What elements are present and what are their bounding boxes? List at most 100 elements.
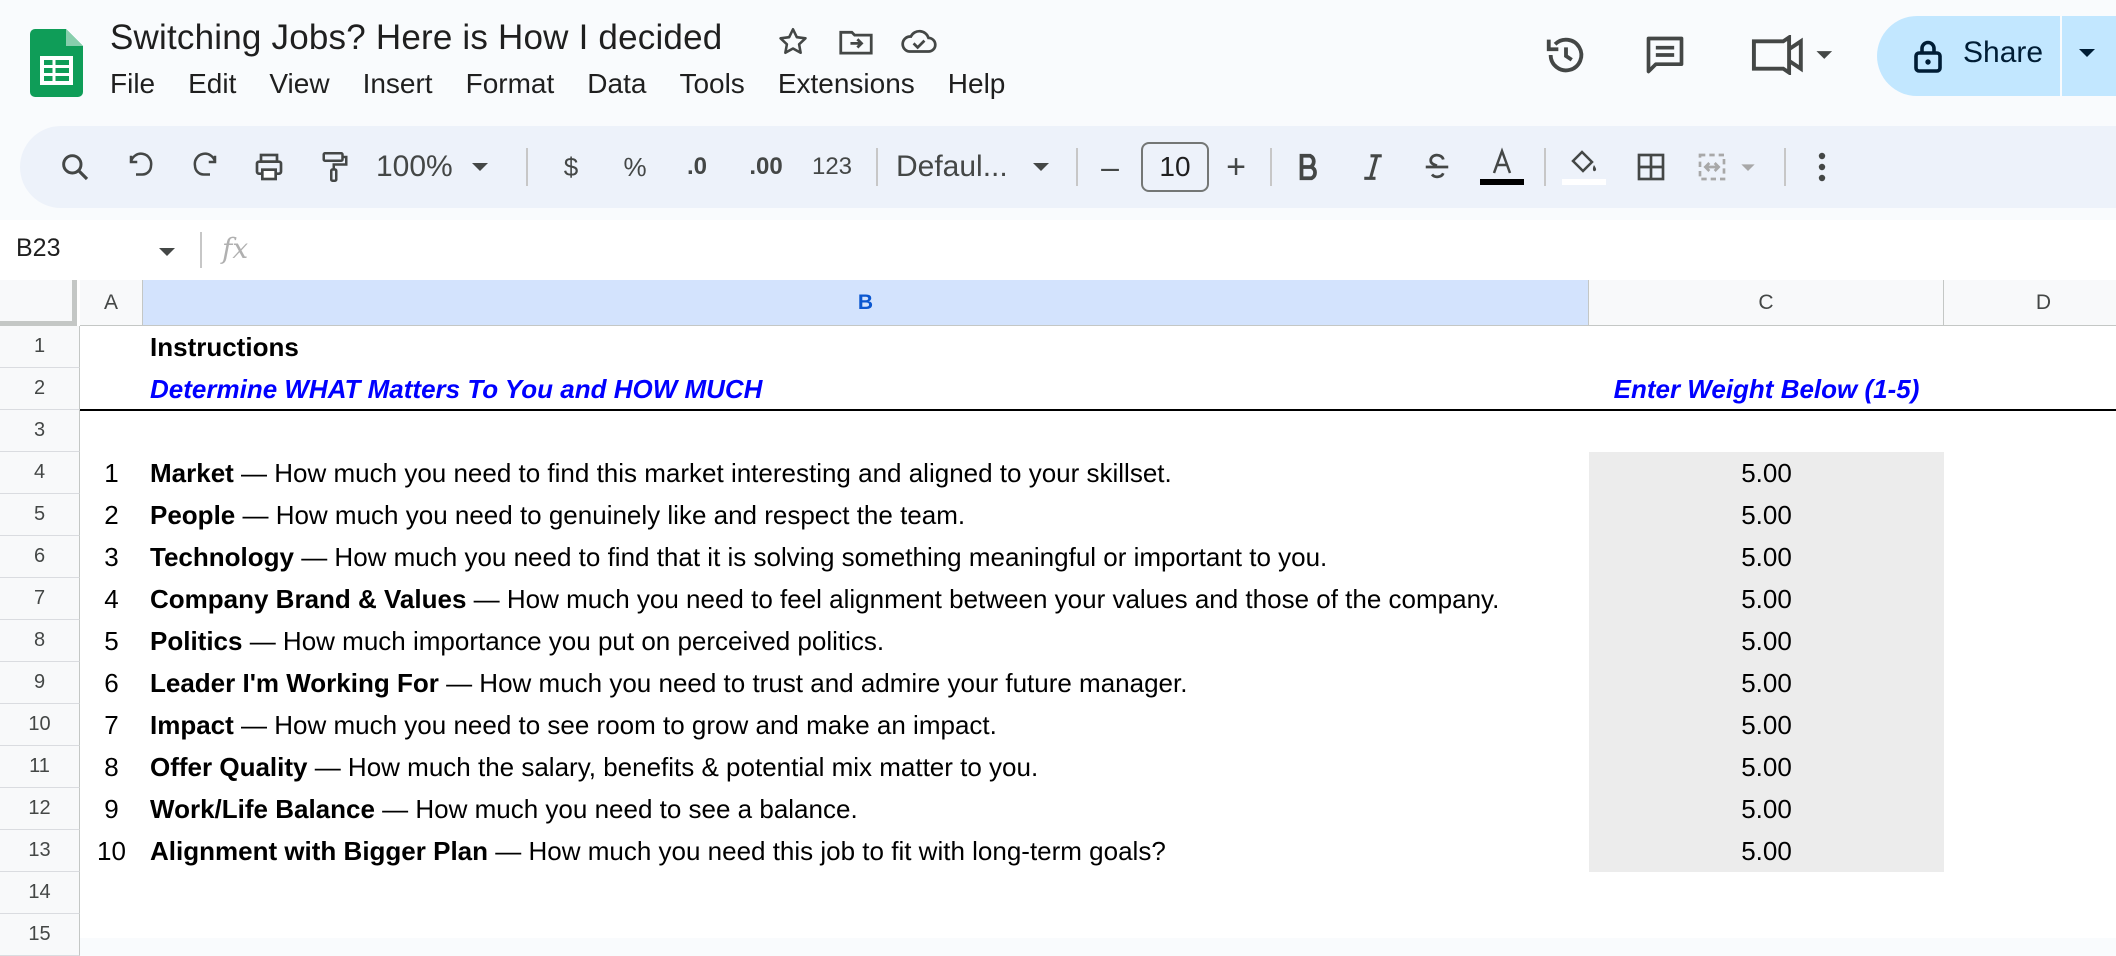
- menu-tools[interactable]: Tools: [679, 68, 744, 100]
- document-title[interactable]: Switching Jobs? Here is How I decided: [110, 18, 722, 58]
- row-header[interactable]: 8: [0, 620, 80, 662]
- weight-cell[interactable]: 5.00: [1589, 494, 1944, 536]
- undo-icon[interactable]: [120, 146, 162, 188]
- strikethrough-button[interactable]: [1416, 146, 1458, 188]
- item-description: — How much you need to genuinely like an…: [235, 500, 966, 530]
- redo-icon[interactable]: [184, 146, 226, 188]
- item-text[interactable]: Impact — How much you need to see room t…: [150, 704, 997, 746]
- item-number[interactable]: 5: [80, 620, 143, 662]
- weight-cell[interactable]: 5.00: [1589, 704, 1944, 746]
- italic-button[interactable]: [1352, 146, 1394, 188]
- search-menus-icon[interactable]: [54, 146, 96, 188]
- instructions-subtitle[interactable]: Determine WHAT Matters To You and HOW MU…: [150, 368, 762, 410]
- font-family-select[interactable]: Defaul...: [896, 146, 1066, 188]
- column-header-d[interactable]: D: [1944, 280, 2116, 326]
- menu-file[interactable]: File: [110, 68, 155, 100]
- name-box-dropdown-icon[interactable]: [158, 244, 176, 262]
- meet-video-icon[interactable]: [1748, 30, 1838, 80]
- decrease-decimal-button[interactable]: .0: [672, 146, 722, 188]
- increase-decimal-button[interactable]: .00: [736, 146, 796, 188]
- name-box[interactable]: B23: [16, 234, 60, 263]
- menu-extensions[interactable]: Extensions: [778, 68, 915, 100]
- print-icon[interactable]: [248, 146, 290, 188]
- item-text[interactable]: Offer Quality — How much the salary, ben…: [150, 746, 1038, 788]
- menu-data[interactable]: Data: [587, 68, 646, 100]
- paint-format-icon[interactable]: [314, 146, 356, 188]
- version-history-icon[interactable]: [1541, 30, 1591, 80]
- row-header[interactable]: 10: [0, 704, 80, 746]
- font-size-input[interactable]: 10: [1141, 142, 1209, 192]
- item-text[interactable]: Leader I'm Working For — How much you ne…: [150, 662, 1187, 704]
- borders-button[interactable]: [1630, 146, 1672, 188]
- fill-color-button[interactable]: [1560, 146, 1608, 188]
- move-folder-icon[interactable]: [836, 22, 876, 62]
- row-header[interactable]: 7: [0, 578, 80, 620]
- row-header[interactable]: 2: [0, 368, 80, 410]
- merge-cells-button[interactable]: [1692, 146, 1772, 188]
- menu-help[interactable]: Help: [948, 68, 1006, 100]
- row-header[interactable]: 15: [0, 914, 80, 956]
- weight-cell[interactable]: 5.00: [1589, 620, 1944, 662]
- row-header[interactable]: 6: [0, 536, 80, 578]
- item-text[interactable]: Market — How much you need to find this …: [150, 452, 1172, 494]
- row-header[interactable]: 12: [0, 788, 80, 830]
- percent-format-button[interactable]: %: [614, 146, 656, 188]
- item-description: — How much you need to feel alignment be…: [466, 584, 1500, 614]
- column-header-b[interactable]: B: [143, 280, 1589, 326]
- item-text[interactable]: Work/Life Balance — How much you need to…: [150, 788, 858, 830]
- row-header[interactable]: 11: [0, 746, 80, 788]
- item-number[interactable]: 6: [80, 662, 143, 704]
- row-header[interactable]: 5: [0, 494, 80, 536]
- increase-font-size-button[interactable]: +: [1216, 146, 1256, 188]
- item-text[interactable]: Technology — How much you need to find t…: [150, 536, 1327, 578]
- share-button[interactable]: Share: [1877, 16, 2116, 96]
- row-header[interactable]: 9: [0, 662, 80, 704]
- weight-cell[interactable]: 5.00: [1589, 830, 1944, 872]
- item-number[interactable]: 8: [80, 746, 143, 788]
- more-formats-button[interactable]: 123: [802, 146, 862, 188]
- weight-cell[interactable]: 5.00: [1589, 662, 1944, 704]
- weight-cell[interactable]: 5.00: [1589, 788, 1944, 830]
- sheets-logo-icon[interactable]: [30, 29, 83, 97]
- star-icon[interactable]: [773, 22, 813, 62]
- item-number[interactable]: 4: [80, 578, 143, 620]
- row-header[interactable]: 3: [0, 410, 80, 452]
- menu-view[interactable]: View: [269, 68, 329, 100]
- column-header-c[interactable]: C: [1589, 280, 1944, 326]
- comments-icon[interactable]: [1640, 30, 1690, 80]
- weight-cell[interactable]: 5.00: [1589, 536, 1944, 578]
- text-color-button[interactable]: [1478, 146, 1526, 188]
- item-text[interactable]: Company Brand & Values — How much you ne…: [150, 578, 1499, 620]
- row-header[interactable]: 1: [0, 326, 80, 368]
- column-header-a[interactable]: A: [80, 280, 143, 326]
- item-number[interactable]: 3: [80, 536, 143, 578]
- zoom-select[interactable]: 100%: [376, 146, 496, 188]
- share-dropdown-icon[interactable]: [2077, 46, 2097, 64]
- item-number[interactable]: 10: [80, 830, 143, 872]
- more-options-icon[interactable]: [1802, 146, 1842, 188]
- row-header[interactable]: 13: [0, 830, 80, 872]
- menu-insert[interactable]: Insert: [363, 68, 433, 100]
- row-header[interactable]: 14: [0, 872, 80, 914]
- item-number[interactable]: 2: [80, 494, 143, 536]
- instructions-heading[interactable]: Instructions: [150, 326, 299, 368]
- select-all-corner[interactable]: [0, 280, 77, 326]
- decrease-font-size-button[interactable]: –: [1090, 146, 1130, 188]
- item-text[interactable]: People — How much you need to genuinely …: [150, 494, 965, 536]
- weight-cell[interactable]: 5.00: [1589, 452, 1944, 494]
- menu-format[interactable]: Format: [466, 68, 555, 100]
- cloud-saved-icon[interactable]: [899, 22, 939, 62]
- item-number[interactable]: 9: [80, 788, 143, 830]
- item-name: Leader I'm Working For: [150, 668, 439, 698]
- weight-cell[interactable]: 5.00: [1589, 578, 1944, 620]
- bold-button[interactable]: [1288, 146, 1330, 188]
- menu-edit[interactable]: Edit: [188, 68, 236, 100]
- item-text[interactable]: Alignment with Bigger Plan — How much yo…: [150, 830, 1166, 872]
- item-text[interactable]: Politics — How much importance you put o…: [150, 620, 884, 662]
- currency-format-button[interactable]: $: [550, 146, 592, 188]
- weight-column-header[interactable]: Enter Weight Below (1-5): [1589, 368, 1944, 410]
- item-number[interactable]: 1: [80, 452, 143, 494]
- row-header[interactable]: 4: [0, 452, 80, 494]
- weight-cell[interactable]: 5.00: [1589, 746, 1944, 788]
- item-number[interactable]: 7: [80, 704, 143, 746]
